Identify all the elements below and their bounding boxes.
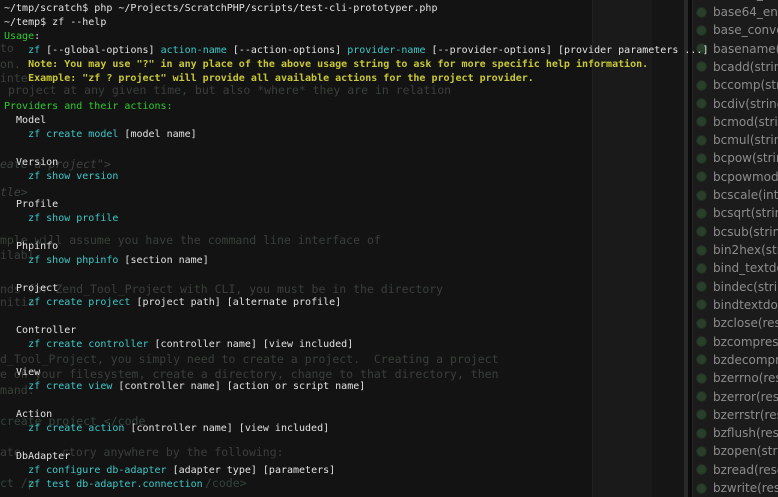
terminal-line: Usage: [4, 30, 778, 44]
terminal-line: zf create project [project path] [altern… [4, 296, 778, 310]
terminal-line [4, 142, 778, 156]
terminal-text-segment: Usage [4, 31, 34, 42]
terminal-text-segment: zf [28, 45, 40, 56]
terminal-text-segment: zf test db-adapter.connection [28, 479, 203, 490]
terminal-text-segment: ~/temp$ zf --help [4, 17, 106, 28]
terminal-line [4, 86, 778, 100]
terminal-text-segment: zf create controller [28, 339, 148, 350]
terminal-text-segment [4, 423, 28, 434]
terminal-text-segment [4, 255, 28, 266]
terminal-line: ~/temp$ zf --help [4, 16, 778, 30]
terminal-line: zf create action [controller name] [view… [4, 422, 778, 436]
terminal-line [4, 436, 778, 450]
terminal-text-segment: Controller [4, 325, 76, 336]
terminal-line: View [4, 366, 778, 380]
terminal-text-segment [4, 297, 28, 308]
terminal-line [4, 226, 778, 240]
terminal-line [4, 310, 778, 324]
terminal-text-segment [4, 171, 28, 182]
terminal-text-segment: Phpinfo [4, 241, 58, 252]
terminal-text-segment: ~/tmp/scratch$ php ~/Projects/ScratchPHP… [4, 3, 437, 14]
terminal-text-segment: [adapter type] [parameters] [167, 465, 336, 476]
terminal-text-segment: Version [4, 157, 58, 168]
terminal-text-segment: provider-name [347, 45, 425, 56]
terminal-output[interactable]: ~/tmp/scratch$ php ~/Projects/ScratchPHP… [4, 2, 778, 492]
terminal-text-segment: Model [4, 115, 46, 126]
terminal-line: zf test db-adapter.connection [4, 478, 778, 492]
terminal-text-segment: [--global-options] [40, 45, 160, 56]
terminal-text-segment: Note: You may use "?" in any place of th… [4, 59, 648, 70]
terminal-text-segment: zf show phpinfo [28, 255, 118, 266]
terminal-text-segment: DbAdapter [4, 451, 70, 462]
terminal-text-segment: Profile [4, 199, 58, 210]
terminal-line: Version [4, 156, 778, 170]
terminal-line [4, 268, 778, 282]
terminal-line: Example: "zf ? project" will provide all… [4, 72, 778, 86]
terminal-text-segment [4, 465, 28, 476]
terminal-text-segment [4, 339, 28, 350]
terminal-text-segment: [model name] [118, 129, 196, 140]
terminal-text-segment: zf show version [28, 171, 118, 182]
terminal-text-segment: [controller name] [view included] [124, 423, 329, 434]
terminal-line: Profile [4, 198, 778, 212]
terminal-line: Model [4, 114, 778, 128]
terminal-text-segment: [controller name] [view included] [149, 339, 354, 350]
terminal-line: zf show version [4, 170, 778, 184]
terminal-text-segment: View [4, 367, 40, 378]
terminal-text-segment: [--provider-options] [provider parameter… [426, 45, 709, 56]
terminal-text-segment [4, 213, 28, 224]
terminal-text-segment [4, 45, 28, 56]
terminal-text-segment: Providers and their actions: [4, 101, 173, 112]
terminal-text-segment: [controller name] [action or script name… [112, 381, 365, 392]
terminal-line: Controller [4, 324, 778, 338]
screen: { "colors": { "terminal_white": "#e2e2e2… [0, 0, 778, 497]
terminal-line: Phpinfo [4, 240, 778, 254]
terminal-text-segment: [project path] [alternate profile] [130, 297, 341, 308]
terminal-text-segment [4, 129, 28, 140]
terminal-line: Note: You may use "?" in any place of th… [4, 58, 778, 72]
terminal-line [4, 352, 778, 366]
terminal-line [4, 184, 778, 198]
function-label: base64_decode(s [713, 0, 778, 1]
terminal-line: ~/tmp/scratch$ php ~/Projects/ScratchPHP… [4, 2, 778, 16]
terminal-line: zf show phpinfo [section name] [4, 254, 778, 268]
terminal-text-segment: zf create view [28, 381, 112, 392]
terminal-text-segment: [--action-options] [227, 45, 347, 56]
terminal-line: Action [4, 408, 778, 422]
terminal-line: DbAdapter [4, 450, 778, 464]
terminal-text-segment: Example: "zf ? project" will provide all… [4, 73, 534, 84]
terminal-text-segment: Action [4, 409, 52, 420]
terminal-line: zf show profile [4, 212, 778, 226]
terminal-text-segment: : [34, 31, 40, 42]
terminal-line: zf create controller [controller name] [… [4, 338, 778, 352]
terminal-text-segment: zf configure db-adapter [28, 465, 166, 476]
terminal-text-segment: zf create model [28, 129, 118, 140]
terminal-text-segment [4, 381, 28, 392]
terminal-text-segment: [section name] [118, 255, 208, 266]
terminal-line: zf create model [model name] [4, 128, 778, 142]
terminal-text-segment: zf show profile [28, 213, 118, 224]
terminal-line [4, 394, 778, 408]
terminal-text-segment: zf create project [28, 297, 130, 308]
terminal-line: Providers and their actions: [4, 100, 778, 114]
terminal-text-segment: Project [4, 283, 58, 294]
terminal-line: zf create view [controller name] [action… [4, 380, 778, 394]
terminal-line: zf [--global-options] action-name [--act… [4, 44, 778, 58]
terminal-text-segment: action-name [161, 45, 227, 56]
terminal-text-segment [4, 479, 28, 490]
terminal-line: zf configure db-adapter [adapter type] [… [4, 464, 778, 478]
terminal-text-segment: zf create action [28, 423, 124, 434]
terminal-line: Project [4, 282, 778, 296]
